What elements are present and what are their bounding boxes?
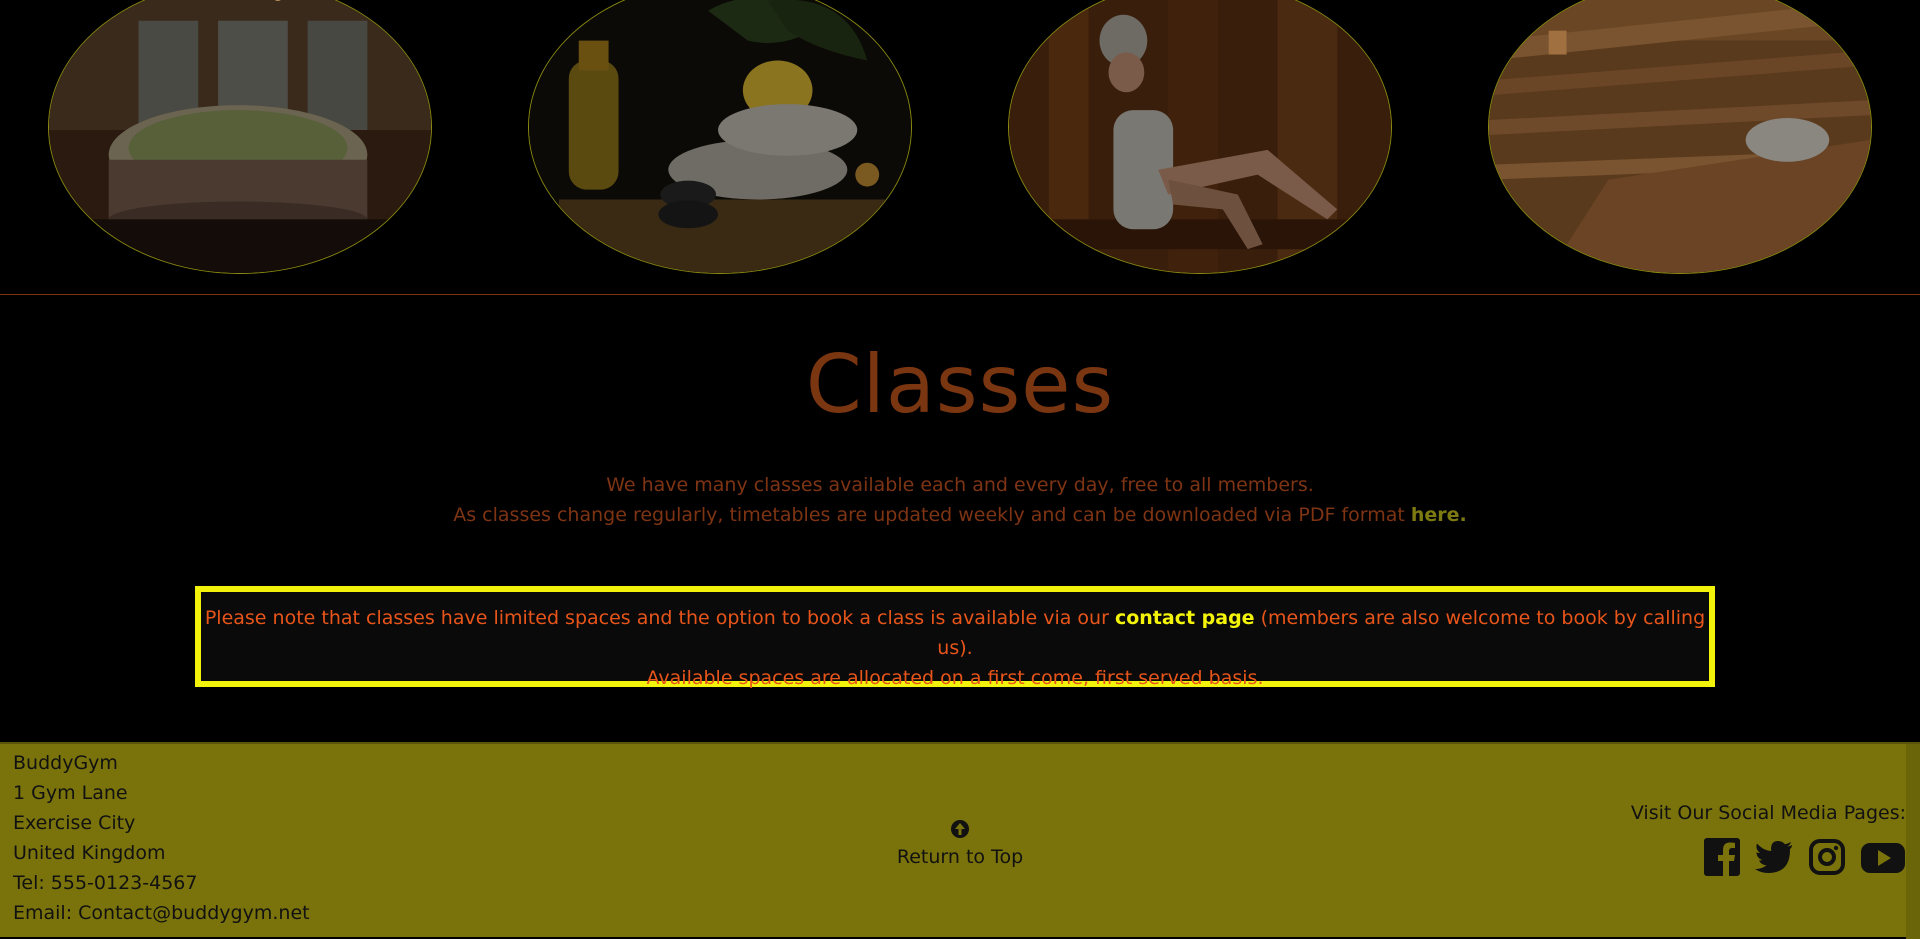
gallery (0, 0, 1920, 295)
footer-address: BuddyGym 1 Gym Lane Exercise City United… (13, 748, 310, 928)
instagram-icon[interactable] (1808, 838, 1846, 881)
email-address: Email: Contact@buddygym.net (13, 902, 310, 924)
contact-page-link[interactable]: contact page (1115, 607, 1255, 629)
youtube-icon[interactable] (1860, 838, 1906, 881)
address-city: Exercise City (13, 812, 136, 834)
notice-text-before: Please note that classes have limited sp… (204, 607, 1109, 629)
page-title: Classes (805, 338, 1115, 431)
notice-line-2: Available spaces are allocated on a firs… (646, 667, 1264, 689)
notice-line-1: Please note that classes have limited sp… (201, 603, 1709, 663)
spa-oil-towel-image (528, 0, 912, 274)
timetable-pdf-link[interactable]: here. (1411, 504, 1467, 526)
company-name: BuddyGym (13, 752, 118, 774)
social-media: Visit Our Social Media Pages: (1631, 798, 1906, 881)
return-to-top-label: Return to Top (896, 846, 1024, 868)
phone-number: Tel: 555-0123-4567 (13, 872, 198, 894)
facebook-icon[interactable] (1704, 838, 1740, 881)
hot-tub-image (48, 0, 432, 274)
intro-line-1: We have many classes available each and … (606, 474, 1314, 496)
scrollbar[interactable] (1906, 744, 1920, 939)
footer: BuddyGym 1 Gym Lane Exercise City United… (0, 742, 1920, 939)
twitter-icon[interactable] (1754, 838, 1794, 881)
sauna-room-image (1488, 0, 1872, 274)
return-to-top-link[interactable]: Return to Top (860, 819, 1060, 868)
social-icons (1631, 838, 1906, 881)
address-country: United Kingdom (13, 842, 166, 864)
classes-intro: We have many classes available each and … (0, 470, 1920, 530)
intro-line-2-text: As classes change regularly, timetables … (453, 504, 1405, 526)
sauna-woman-image (1008, 0, 1392, 274)
arrow-up-circle-icon (860, 819, 1060, 844)
address-street: 1 Gym Lane (13, 782, 128, 804)
booking-notice: Please note that classes have limited sp… (195, 586, 1715, 689)
intro-line-2: As classes change regularly, timetables … (0, 500, 1920, 530)
social-title: Visit Our Social Media Pages: (1630, 802, 1906, 824)
